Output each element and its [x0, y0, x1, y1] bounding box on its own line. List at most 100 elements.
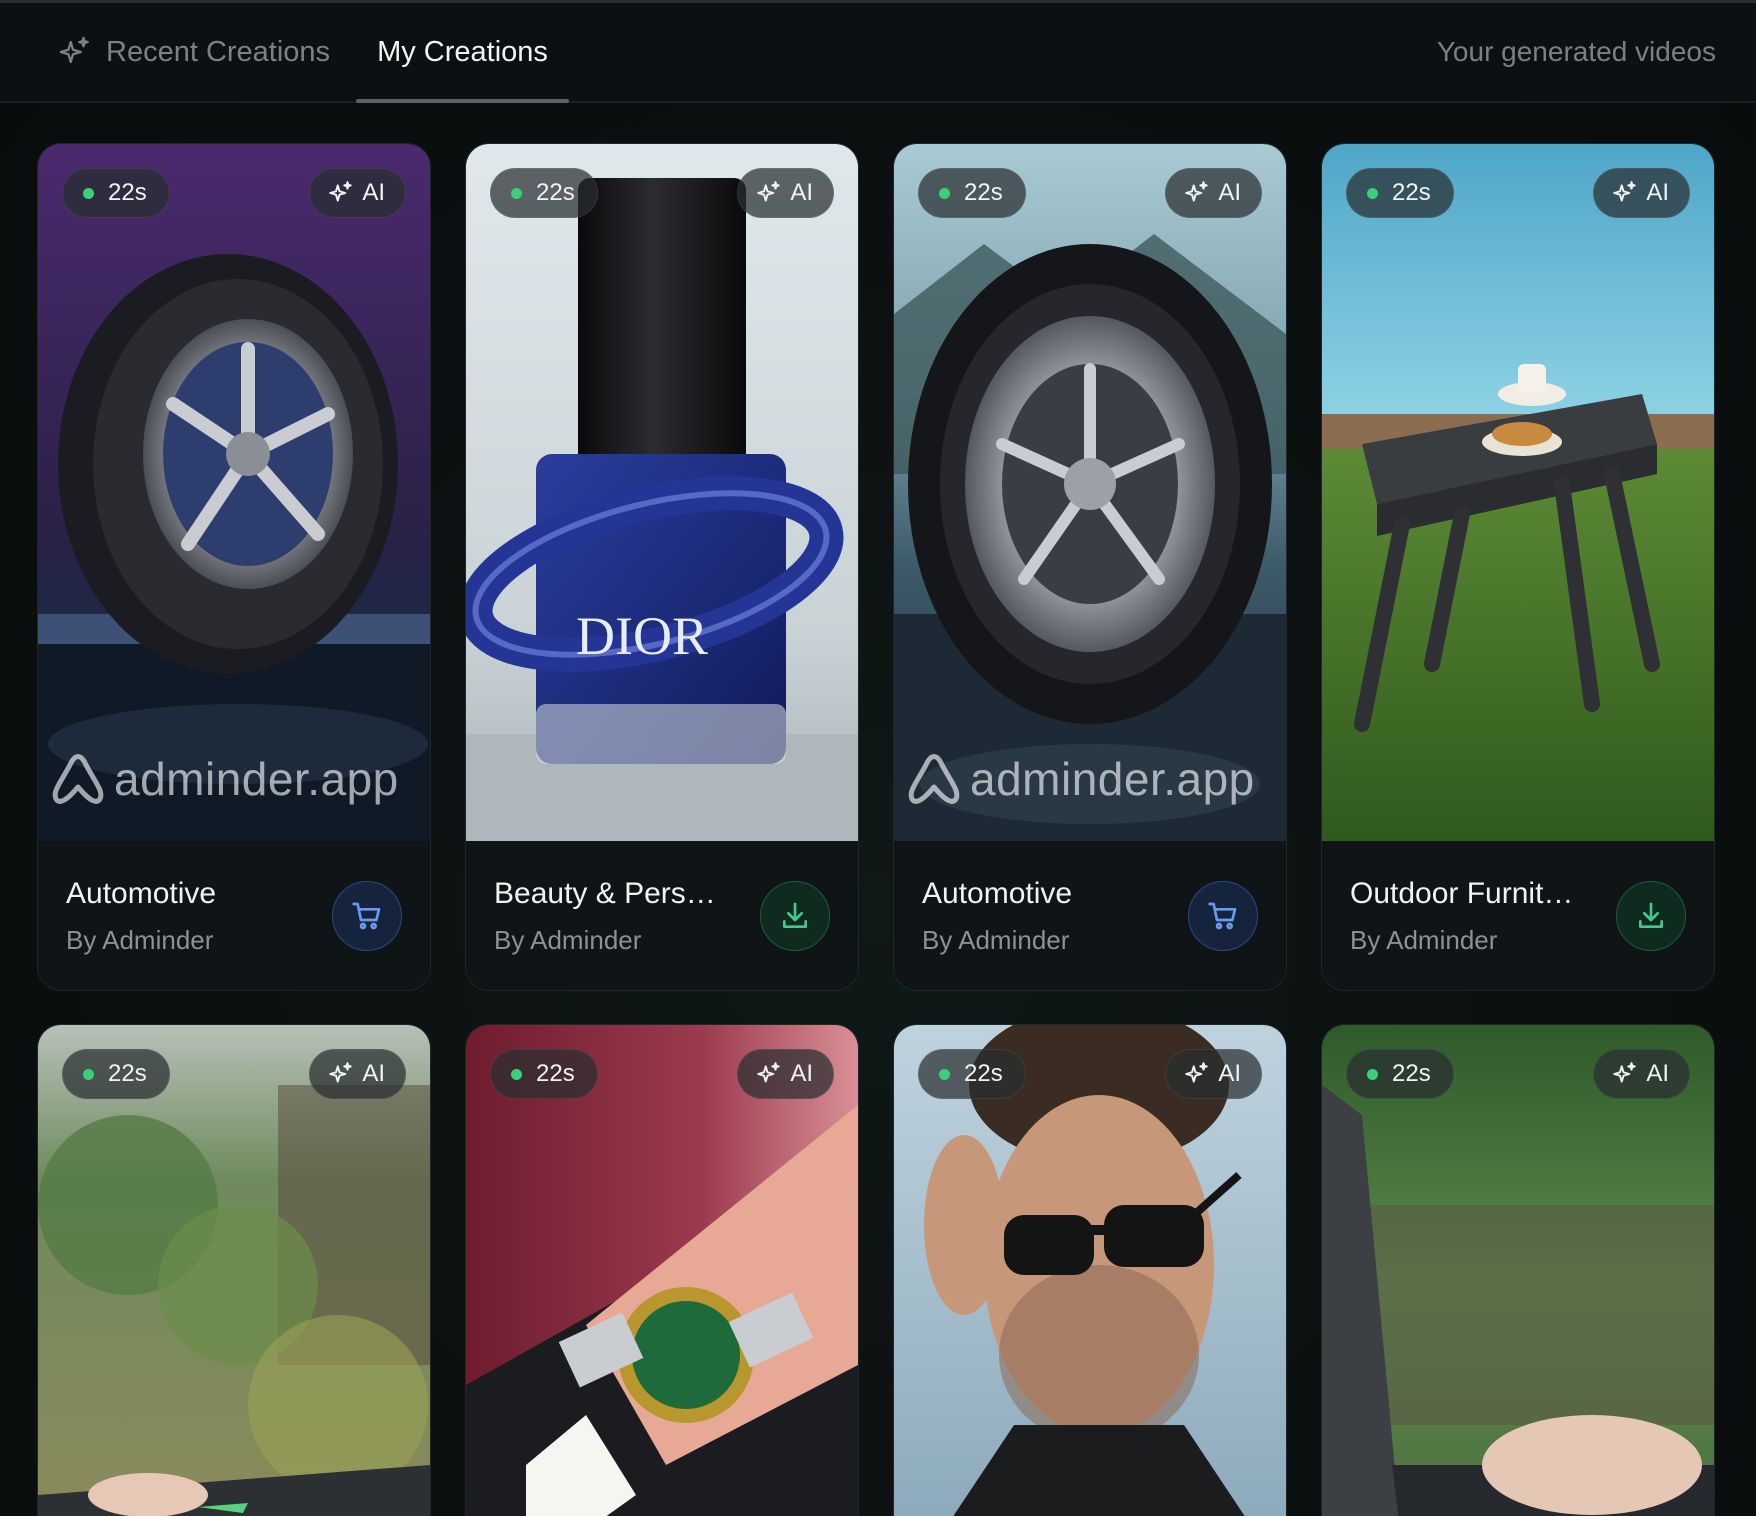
- card-author: By Adminder: [494, 925, 642, 955]
- card-title: Automotive: [66, 877, 217, 910]
- duration-text: 22s: [536, 179, 575, 206]
- video-card[interactable]: DIOR 22s AI Beauty & Pers… By Adminder: [465, 143, 859, 991]
- video-thumbnail[interactable]: DIOR 22s AI: [466, 144, 858, 841]
- sparkles-icon: [757, 1062, 781, 1083]
- adminder-logo-icon: [52, 754, 104, 804]
- sparkles-icon: [1613, 181, 1637, 202]
- tab-my-creations-label: My Creations: [377, 35, 548, 68]
- ai-badge: AI: [737, 1049, 834, 1099]
- card-author: By Adminder: [1350, 925, 1498, 955]
- ai-badge: AI: [1593, 1049, 1690, 1099]
- video-thumbnail[interactable]: 22s AI: [894, 1025, 1286, 1516]
- video-card[interactable]: 22s AI: [893, 1024, 1287, 1516]
- status-dot: [83, 187, 94, 199]
- duration-badge: 22s: [490, 168, 598, 218]
- sparkles-icon: [757, 181, 781, 202]
- duration-text: 22s: [964, 1060, 1003, 1087]
- card-info: Automotive By Adminder: [38, 841, 430, 990]
- download-icon: [1639, 902, 1663, 928]
- card-info: Outdoor Furnit… By Adminder: [1322, 841, 1714, 990]
- duration-text: 22s: [964, 179, 1003, 206]
- thumbnail-image: [38, 144, 430, 841]
- status-dot: [1367, 1068, 1378, 1080]
- header-subtitle: Your generated videos: [1436, 36, 1716, 67]
- thumbnail-image: [894, 144, 1286, 841]
- card-author: By Adminder: [922, 925, 1070, 955]
- ai-label: AI: [790, 1060, 813, 1087]
- video-card[interactable]: 22s AI: [37, 1024, 431, 1516]
- watermark-text: adminder.app: [970, 753, 1255, 805]
- video-card[interactable]: 22s AI: [1321, 1024, 1715, 1516]
- tab-recent-creations[interactable]: Recent Creations: [58, 3, 330, 101]
- duration-badge: 22s: [62, 1049, 170, 1099]
- ai-label: AI: [1218, 1060, 1241, 1087]
- shopping-cart-icon: [352, 902, 381, 930]
- video-thumbnail[interactable]: 22s AI adminder.app: [38, 144, 430, 841]
- duration-text: 22s: [536, 1060, 575, 1087]
- sparkles-icon: [1185, 181, 1209, 202]
- status-dot: [511, 187, 522, 199]
- status-dot: [939, 1068, 950, 1080]
- video-thumbnail[interactable]: 22s AI adminder.app: [894, 144, 1286, 841]
- download-button[interactable]: [1616, 881, 1686, 951]
- watermark: adminder.app: [48, 744, 428, 814]
- page: Recent Creations My Creations Your gener…: [0, 0, 1756, 1516]
- video-card[interactable]: 22s AI Outdoor Furnit… By Adminder: [1321, 143, 1715, 991]
- tab-recent-creations-label: Recent Creations: [106, 35, 331, 68]
- watermark-text: adminder.app: [114, 753, 399, 805]
- ai-label: AI: [1646, 1060, 1669, 1087]
- duration-badge: 22s: [1346, 168, 1454, 218]
- ai-label: AI: [362, 179, 385, 206]
- tab-my-creations[interactable]: My Creations: [356, 3, 569, 103]
- video-thumbnail[interactable]: 22s AI: [1322, 144, 1714, 841]
- card-title: Outdoor Furnit…: [1350, 877, 1574, 910]
- ai-badge: AI: [309, 1049, 406, 1099]
- thumbnail-image: DIOR: [466, 144, 858, 841]
- ai-label: AI: [362, 1060, 385, 1087]
- status-dot: [939, 187, 950, 199]
- adminder-logo-icon: [908, 754, 960, 804]
- ai-badge: AI: [309, 168, 406, 218]
- ai-label: AI: [1646, 179, 1669, 206]
- download-button[interactable]: [760, 881, 830, 951]
- status-dot: [1367, 187, 1378, 199]
- duration-text: 22s: [108, 179, 147, 206]
- ai-label: AI: [1218, 179, 1241, 206]
- sparkles-icon: [59, 36, 89, 64]
- video-card[interactable]: 22s AI adminder.app Automotive By Admind…: [37, 143, 431, 991]
- status-dot: [83, 1068, 94, 1080]
- ai-badge: AI: [737, 168, 834, 218]
- card-title: Beauty & Pers…: [494, 877, 716, 910]
- video-thumbnail[interactable]: 22s AI: [1322, 1025, 1714, 1516]
- sparkles-icon: [1613, 1062, 1637, 1083]
- thumbnail-image: [1322, 144, 1714, 841]
- watermark: adminder.app: [904, 744, 1284, 814]
- sparkles-icon: [1185, 1062, 1209, 1083]
- video-thumbnail[interactable]: 22s AI: [466, 1025, 858, 1516]
- sparkles-icon: [329, 1062, 353, 1083]
- duration-badge: 22s: [62, 168, 170, 218]
- video-card[interactable]: 22s AI: [465, 1024, 859, 1516]
- svg-text:DIOR: DIOR: [576, 606, 708, 666]
- duration-text: 22s: [108, 1060, 147, 1087]
- status-dot: [511, 1068, 522, 1080]
- video-card[interactable]: 22s AI adminder.app Automotive By Admind…: [893, 143, 1287, 991]
- header: Recent Creations My Creations Your gener…: [0, 3, 1756, 103]
- duration-badge: 22s: [918, 168, 1026, 218]
- card-info: Beauty & Pers… By Adminder: [466, 841, 858, 990]
- download-icon: [783, 902, 807, 928]
- duration-badge: 22s: [1346, 1049, 1454, 1099]
- duration-text: 22s: [1392, 179, 1431, 206]
- ai-badge: AI: [1165, 1049, 1262, 1099]
- card-title: Automotive: [922, 877, 1073, 910]
- cart-button[interactable]: [1188, 881, 1258, 951]
- duration-text: 22s: [1392, 1060, 1431, 1087]
- duration-badge: 22s: [918, 1049, 1026, 1099]
- ai-badge: AI: [1593, 168, 1690, 218]
- duration-badge: 22s: [490, 1049, 598, 1099]
- cart-button[interactable]: [332, 881, 402, 951]
- ai-badge: AI: [1165, 168, 1262, 218]
- ai-label: AI: [790, 179, 813, 206]
- shopping-cart-icon: [1208, 902, 1237, 930]
- video-thumbnail[interactable]: 22s AI: [38, 1025, 430, 1516]
